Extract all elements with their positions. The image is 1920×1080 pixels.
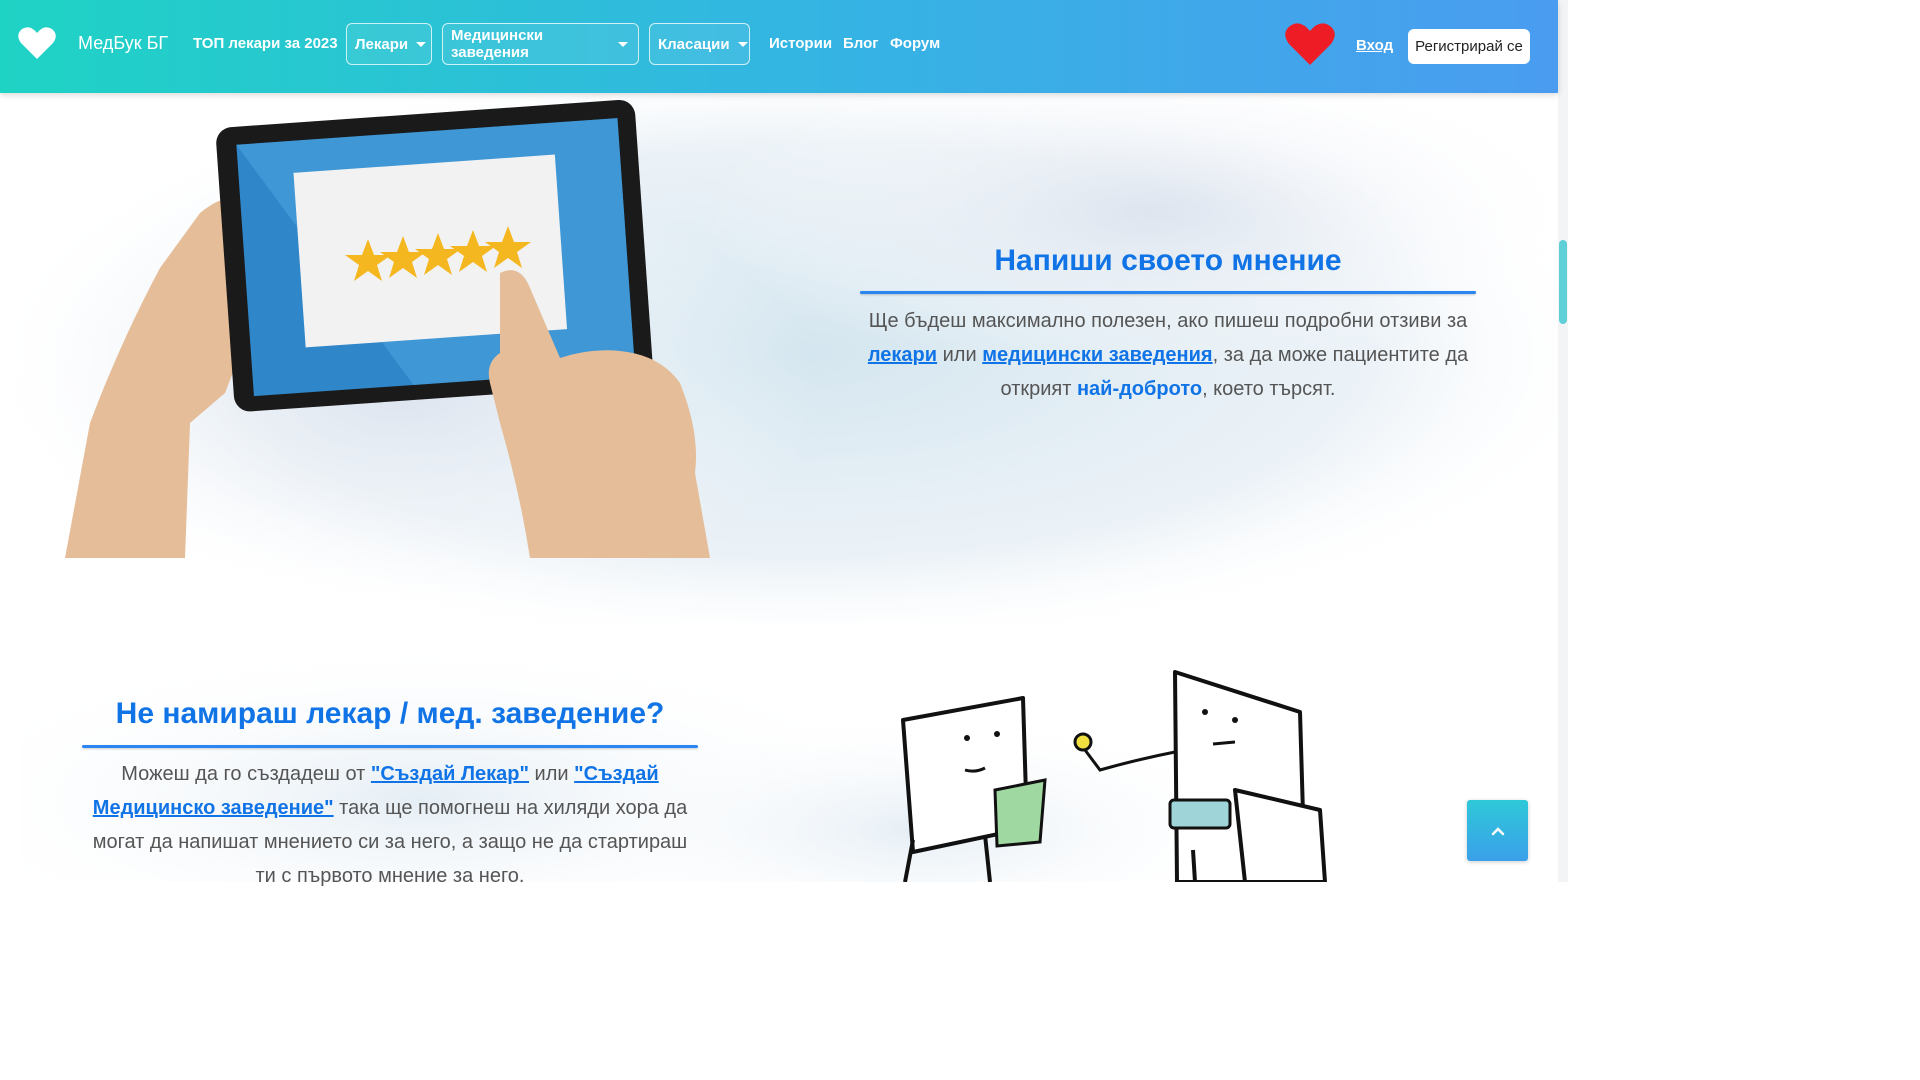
brand-name[interactable]: МедБук БГ	[78, 33, 168, 54]
tablet-rating-illustration	[65, 99, 710, 558]
section-title-create: Не намираш лекар / мед. заведение?	[115, 697, 665, 730]
scrollbar-thumb[interactable]	[1559, 240, 1567, 324]
caret-down-icon	[416, 41, 427, 47]
nav-top-doctors[interactable]: ТОП лекари за 2023	[193, 35, 338, 52]
medical-facilities-link[interactable]: медицински заведения	[982, 344, 1212, 366]
title-underline	[860, 291, 1476, 294]
doctors-link[interactable]: лекари	[868, 344, 937, 366]
caret-down-icon	[618, 41, 628, 47]
write-review-paragraph: Ще бъдеш максимално полезен, ако пишеш п…	[867, 310, 1469, 400]
nav-blog[interactable]: Блог	[843, 35, 879, 52]
section-title-write-review: Напиши своето мнение	[994, 244, 1342, 277]
nav-dropdown-facilities[interactable]: Медицински заведения	[442, 23, 639, 65]
nav-stories[interactable]: Истории	[769, 35, 832, 52]
caret-down-icon	[737, 41, 748, 47]
characters-interview-illustration	[901, 670, 1327, 882]
nav-dropdown-rankings[interactable]: Класации	[649, 23, 750, 65]
top-navbar: МедБук БГ ТОП лекари за 2023 Лекари Меди…	[0, 0, 1558, 93]
back-to-top-button[interactable]	[1467, 800, 1528, 861]
chevron-up-icon	[1491, 826, 1504, 835]
create-paragraph: Можеш да го създадеш от "Създай Лекар" и…	[92, 763, 688, 887]
nav-forum[interactable]: Форум	[890, 35, 940, 52]
nav-dropdown-doctors[interactable]: Лекари	[346, 23, 432, 65]
login-link[interactable]: Вход	[1356, 37, 1393, 54]
title-underline-2	[82, 745, 698, 748]
heart-icon[interactable]	[1284, 22, 1336, 66]
create-doctor-link[interactable]: "Създай Лекар"	[371, 763, 529, 785]
best-link[interactable]: най-доброто	[1077, 378, 1202, 400]
heart-icon[interactable]	[18, 26, 56, 60]
page-scrollbar[interactable]	[1558, 0, 1568, 882]
register-button[interactable]: Регистрирай се	[1408, 29, 1530, 64]
